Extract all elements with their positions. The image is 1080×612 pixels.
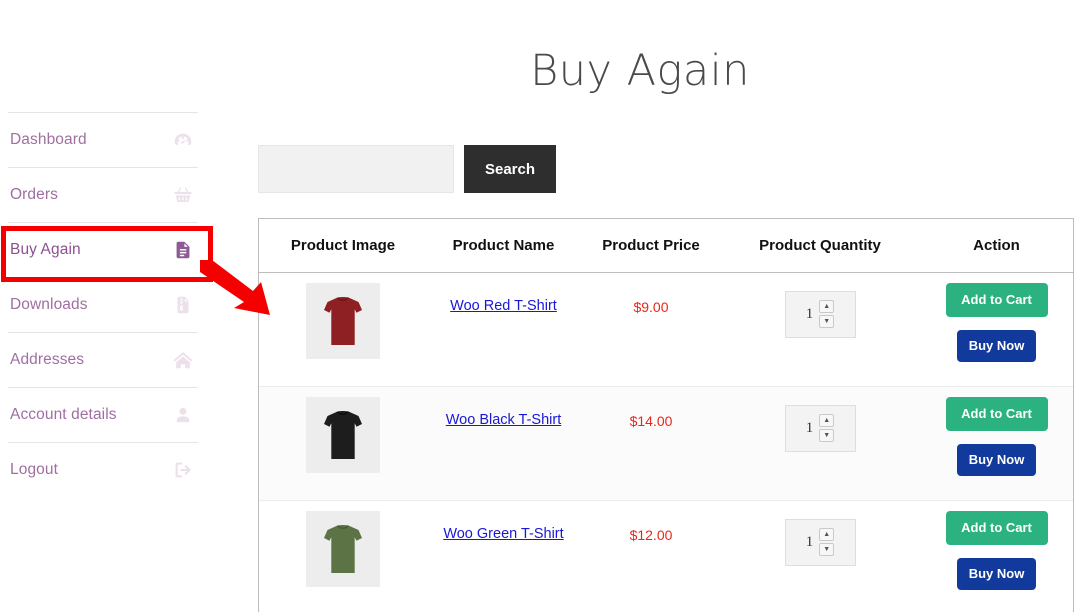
column-header-product-image: Product Image: [259, 219, 427, 272]
products-table-container: Product Image Product Name Product Price…: [258, 218, 1074, 612]
sidebar-item-label: Addresses: [10, 351, 84, 369]
cell-product-quantity: 1 ▲ ▼: [722, 500, 918, 612]
column-header-product-price: Product Price: [580, 219, 722, 272]
products-table: Product Image Product Name Product Price…: [259, 219, 1074, 612]
cell-product-price: $12.00: [580, 500, 722, 612]
sidebar-item-dashboard[interactable]: Dashboard: [8, 112, 198, 167]
sidebar-item-logout[interactable]: Logout: [8, 442, 198, 497]
quantity-stepper[interactable]: 1 ▲ ▼: [785, 291, 856, 338]
quantity-decrement-button[interactable]: ▼: [819, 429, 834, 442]
cell-product-price: $9.00: [580, 272, 722, 386]
cell-product-quantity: 1 ▲ ▼: [722, 386, 918, 500]
buy-now-button[interactable]: Buy Now: [957, 330, 1036, 362]
buy-now-button[interactable]: Buy Now: [957, 444, 1036, 476]
file-archive-icon: [172, 294, 194, 316]
table-row: Woo Red T-Shirt $9.00 1 ▲ ▼: [259, 272, 1074, 386]
add-to-cart-button[interactable]: Add to Cart: [946, 511, 1048, 545]
search-button[interactable]: Search: [464, 145, 556, 193]
quantity-stepper[interactable]: 1 ▲ ▼: [785, 519, 856, 566]
tshirt-body: [324, 411, 362, 459]
sidebar-item-label: Orders: [10, 186, 58, 204]
quantity-increment-button[interactable]: ▲: [819, 528, 834, 541]
quantity-decrement-button[interactable]: ▼: [819, 543, 834, 556]
product-thumbnail: [306, 283, 380, 359]
product-name-link[interactable]: Woo Red T-Shirt: [450, 298, 557, 314]
cell-action: Add to Cart Buy Now: [918, 500, 1074, 612]
sidebar-item-orders[interactable]: Orders: [8, 167, 198, 222]
quantity-stepper[interactable]: 1 ▲ ▼: [785, 405, 856, 452]
sidebar-item-label: Logout: [10, 461, 58, 479]
product-price: $12.00: [630, 527, 673, 543]
document-icon: [172, 239, 194, 261]
sidebar-item-label: Buy Again: [10, 241, 81, 259]
tshirt-body: [324, 297, 362, 345]
table-row: Woo Green T-Shirt $12.00 1 ▲ ▼: [259, 500, 1074, 612]
basket-icon: [172, 184, 194, 206]
sidebar-item-buy-again[interactable]: Buy Again: [8, 222, 198, 277]
cell-product-quantity: 1 ▲ ▼: [722, 272, 918, 386]
column-header-action: Action: [918, 219, 1074, 272]
sidebar-item-account-details[interactable]: Account details: [8, 387, 198, 442]
buy-again-page: Buy Again Dashboard Orders Buy Again Dow…: [0, 0, 1080, 612]
quantity-value: 1: [806, 534, 814, 551]
product-price: $9.00: [633, 299, 668, 315]
quantity-decrement-button[interactable]: ▼: [819, 315, 834, 328]
sidebar-item-addresses[interactable]: Addresses: [8, 332, 198, 387]
product-name-link[interactable]: Woo Green T-Shirt: [443, 526, 563, 542]
add-to-cart-button[interactable]: Add to Cart: [946, 397, 1048, 431]
cell-product-name: Woo Black T-Shirt: [427, 386, 580, 500]
sidebar-item-label: Account details: [10, 406, 117, 424]
product-price: $14.00: [630, 413, 673, 429]
product-thumbnail: [306, 397, 380, 473]
cell-product-name: Woo Red T-Shirt: [427, 272, 580, 386]
cell-product-image: [259, 272, 427, 386]
product-name-link[interactable]: Woo Black T-Shirt: [446, 412, 562, 428]
cell-product-price: $14.00: [580, 386, 722, 500]
add-to-cart-button[interactable]: Add to Cart: [946, 283, 1048, 317]
product-thumbnail: [306, 511, 380, 587]
cell-action: Add to Cart Buy Now: [918, 272, 1074, 386]
quantity-increment-button[interactable]: ▲: [819, 300, 834, 313]
sign-out-icon: [172, 459, 194, 481]
quantity-value: 1: [806, 420, 814, 437]
column-header-product-name: Product Name: [427, 219, 580, 272]
table-row: Woo Black T-Shirt $14.00 1 ▲ ▼: [259, 386, 1074, 500]
page-title: Buy Again: [210, 42, 1070, 100]
cell-product-name: Woo Green T-Shirt: [427, 500, 580, 612]
sidebar-item-downloads[interactable]: Downloads: [8, 277, 198, 332]
quantity-increment-button[interactable]: ▲: [819, 414, 834, 427]
user-icon: [172, 404, 194, 426]
column-header-product-quantity: Product Quantity: [722, 219, 918, 272]
product-search-form: Search: [258, 145, 556, 193]
sidebar-item-label: Downloads: [10, 296, 88, 314]
cell-action: Add to Cart Buy Now: [918, 386, 1074, 500]
tshirt-body: [324, 525, 362, 573]
table-header-row: Product Image Product Name Product Price…: [259, 219, 1074, 272]
dashboard-gauge-icon: [172, 129, 194, 151]
quantity-spinner: ▲ ▼: [819, 414, 834, 442]
search-input[interactable]: [258, 145, 454, 193]
home-icon: [172, 349, 194, 371]
cell-product-image: [259, 386, 427, 500]
account-sidebar: Dashboard Orders Buy Again Downloads Add: [8, 112, 198, 497]
quantity-value: 1: [806, 306, 814, 323]
quantity-spinner: ▲ ▼: [819, 300, 834, 328]
quantity-spinner: ▲ ▼: [819, 528, 834, 556]
buy-now-button[interactable]: Buy Now: [957, 558, 1036, 590]
cell-product-image: [259, 500, 427, 612]
sidebar-item-label: Dashboard: [10, 131, 87, 149]
